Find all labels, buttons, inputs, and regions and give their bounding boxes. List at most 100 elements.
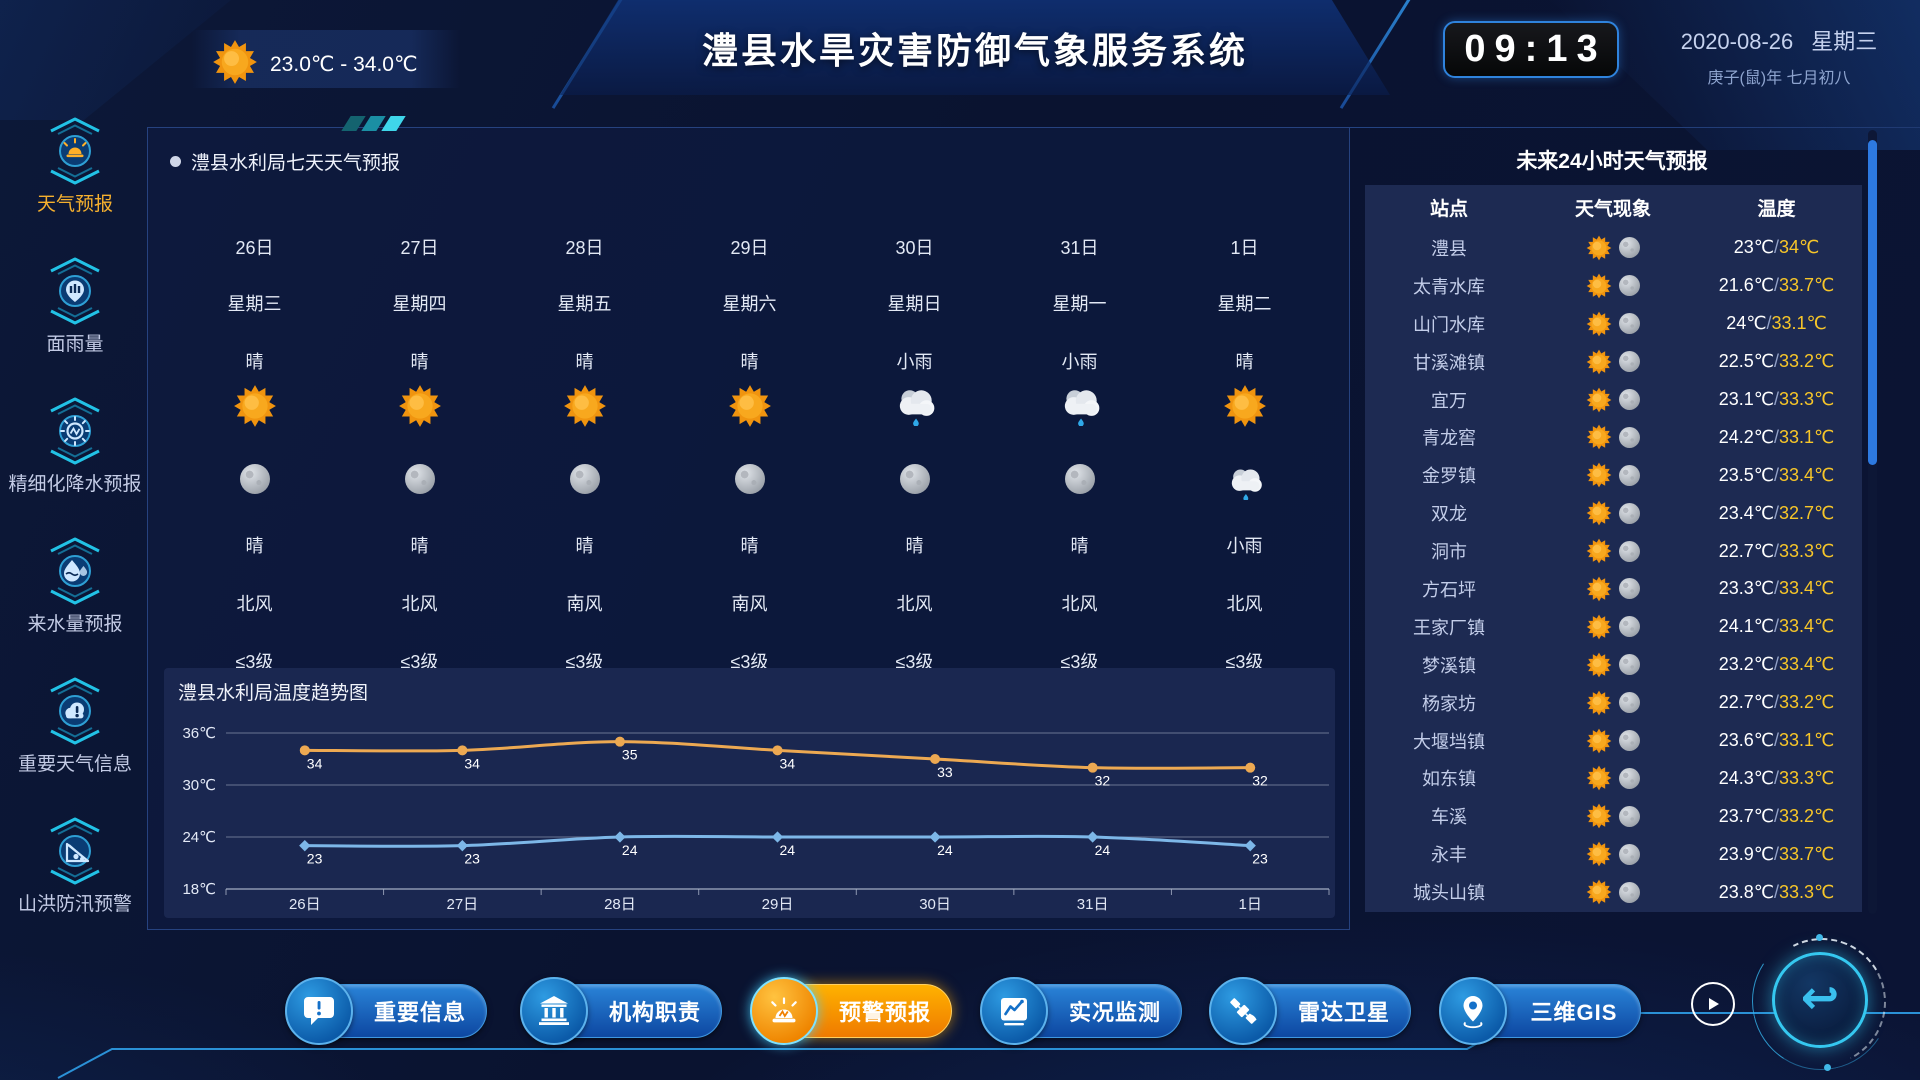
- rain-cloud-icon: [1225, 464, 1265, 500]
- svg-text:24: 24: [937, 842, 953, 858]
- forecast-day-weather: 晴: [337, 348, 502, 374]
- moon-icon: [1619, 541, 1640, 562]
- decor-dot: [1824, 1064, 1831, 1071]
- svg-text:32: 32: [1252, 773, 1268, 789]
- station-temp-low: 23.2℃: [1719, 654, 1774, 674]
- svg-text:23: 23: [464, 851, 480, 867]
- svg-text:24: 24: [1095, 842, 1111, 858]
- forecast-panel-title: 澧县水利局七天天气预报: [170, 148, 400, 175]
- station-temp-high: 33.2℃: [1779, 692, 1834, 712]
- sun-icon: [1586, 500, 1612, 526]
- forecast-day-icon-wrap: [997, 384, 1162, 426]
- play-button[interactable]: [1691, 982, 1735, 1026]
- forecast-day-weather: 小雨: [997, 348, 1162, 374]
- forecast-weekday: 星期一: [997, 290, 1162, 316]
- forecast-day-weather: 晴: [1162, 348, 1327, 374]
- siren-icon: [766, 993, 802, 1029]
- nav-button-gis-3d[interactable]: 三维GIS: [1439, 977, 1643, 1045]
- svg-text:34: 34: [307, 755, 323, 771]
- station-name: 梦溪镇: [1365, 652, 1533, 678]
- left-sidebar: 天气预报 面雨量 精细化降水预报 来水量预报 重要天气信息 山洪防汛预警: [6, 0, 144, 960]
- sidebar-item-weather-forecast[interactable]: 天气预报: [6, 116, 144, 218]
- station-name: 王家厂镇: [1365, 614, 1533, 640]
- moon-icon: [1619, 465, 1640, 486]
- station-forecast-table: 站点 天气现象 温度 澧县 23℃/34℃太青水库 21.6℃/33.7℃山门水…: [1365, 185, 1862, 912]
- station-temp-high: 33.4℃: [1779, 578, 1834, 598]
- station-row: 王家厂镇 24.1℃/33.4℃: [1365, 608, 1862, 646]
- station-name: 金罗镇: [1365, 462, 1533, 488]
- forecast-day-weather: 晴: [502, 348, 667, 374]
- station-temp-high: 34℃: [1779, 237, 1819, 257]
- station-name: 杨家坊: [1365, 690, 1533, 716]
- station-temp-low: 24.3℃: [1719, 768, 1774, 788]
- svg-text:23: 23: [1252, 851, 1268, 867]
- forecast-day-icon-wrap: [337, 384, 502, 428]
- svg-text:30日: 30日: [919, 896, 951, 913]
- sidebar-item-refined-precip[interactable]: 精细化降水预报: [6, 396, 144, 498]
- forecast-date: 1日: [1162, 234, 1327, 260]
- bank-icon: [536, 993, 572, 1029]
- sun-icon: [1586, 728, 1612, 754]
- forecast-day-weather: 小雨: [832, 348, 997, 374]
- back-button[interactable]: ↩: [1772, 952, 1868, 1048]
- forecast-weekday: 星期四: [337, 290, 502, 316]
- station-temp: 23.3℃/33.4℃: [1693, 578, 1860, 599]
- weekday-text: 星期三: [1811, 29, 1877, 54]
- nav-button-icon-circle: [1209, 977, 1277, 1045]
- station-name: 山门水库: [1365, 311, 1533, 337]
- forecast-night-weather: 晴: [337, 532, 502, 558]
- bottom-navigation: 重要信息机构职责预警预报实况监测雷达卫星三维GIS: [0, 965, 1920, 1065]
- station-row: 双龙 23.4℃/32.7℃: [1365, 494, 1862, 532]
- station-row: 永丰 23.9℃/33.7℃: [1365, 835, 1862, 873]
- sidebar-item-weather-info[interactable]: 重要天气信息: [6, 676, 144, 778]
- temperature-trend-box: 澧县水利局温度趋势图 36℃30℃24℃18℃26日27日28日29日30日31…: [164, 668, 1335, 918]
- rain-cloud-icon: [1057, 384, 1103, 426]
- station-weather-icons: [1533, 235, 1693, 261]
- nav-button-warning-forecast[interactable]: 预警预报: [750, 977, 954, 1045]
- forecast-wind-direction: 北风: [1162, 590, 1327, 616]
- speech-alert-icon: [301, 993, 337, 1029]
- station-weather-icons: [1533, 879, 1693, 905]
- moon-icon: [1619, 427, 1640, 448]
- station-temp: 24.3℃/33.3℃: [1693, 768, 1860, 789]
- station-temp-low: 23.9℃: [1719, 844, 1774, 864]
- next24h-title: 未来24小时天气预报: [1362, 145, 1862, 175]
- sidebar-item-areal-rainfall[interactable]: 面雨量: [6, 256, 144, 358]
- forecast-night-icon-wrap: [832, 464, 997, 494]
- station-temp-high: 33.3℃: [1779, 882, 1834, 902]
- station-weather-icons: [1533, 690, 1693, 716]
- forecast-date: 26日: [172, 234, 337, 260]
- station-temp-low: 22.7℃: [1719, 692, 1774, 712]
- nav-button-org-duty[interactable]: 机构职责: [520, 977, 724, 1045]
- nav-button-live-monitor[interactable]: 实况监测: [980, 977, 1184, 1045]
- table-scrollbar-track[interactable]: [1868, 130, 1877, 914]
- forecast-day-icon-wrap: [172, 384, 337, 428]
- svg-text:34: 34: [780, 755, 796, 771]
- station-name: 如东镇: [1365, 765, 1533, 791]
- forecast-wind-direction: 北风: [172, 590, 337, 616]
- station-temp-high: 32.7℃: [1779, 503, 1834, 523]
- station-temp-high: 33.3℃: [1779, 541, 1834, 561]
- moon-icon: [1619, 351, 1640, 372]
- panel-corner-stripes: [346, 116, 401, 131]
- svg-text:28日: 28日: [604, 896, 636, 913]
- station-weather-icons: [1533, 803, 1693, 829]
- sidebar-item-flood-warning[interactable]: 山洪防汛预警: [6, 816, 144, 918]
- moon-icon: [405, 464, 435, 494]
- date-display: 2020-08-26星期三 庚子(鼠)年 七月初八: [1638, 24, 1920, 88]
- nav-button-radar-satellite[interactable]: 雷达卫星: [1209, 977, 1413, 1045]
- sidebar-item-inflow-forecast[interactable]: 来水量预报: [6, 536, 144, 638]
- station-temp: 23.8℃/33.3℃: [1693, 882, 1860, 903]
- table-scrollbar-thumb[interactable]: [1868, 140, 1877, 465]
- rain-gauge-icon: [43, 256, 107, 326]
- station-weather-icons: [1533, 424, 1693, 450]
- station-temp-high: 33.4℃: [1779, 465, 1834, 485]
- station-weather-icons: [1533, 576, 1693, 602]
- station-temp: 23.9℃/33.7℃: [1693, 844, 1860, 865]
- nav-button-important-info[interactable]: 重要信息: [285, 977, 489, 1045]
- station-row: 方石坪 23.3℃/33.4℃: [1365, 570, 1862, 608]
- forecast-day-column: 26日星期三晴 晴北风≤3级: [172, 176, 337, 656]
- station-row: 宜万 23.1℃/33.3℃: [1365, 381, 1862, 419]
- moon-icon: [735, 464, 765, 494]
- nav-button-label: 重要信息: [357, 984, 483, 1038]
